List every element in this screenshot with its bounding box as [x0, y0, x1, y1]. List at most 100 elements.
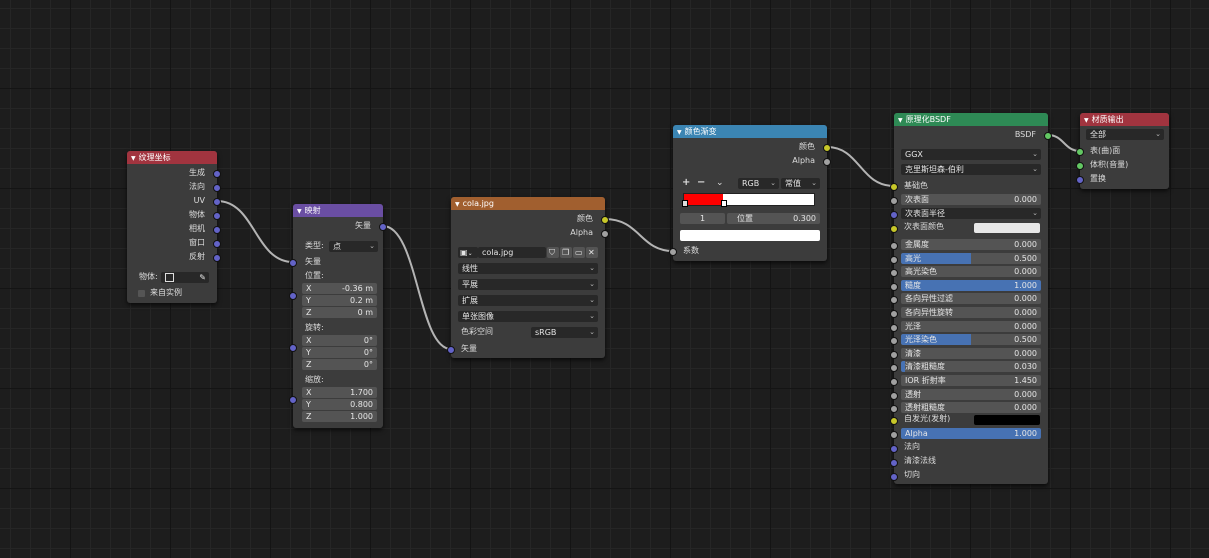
socket-normal[interactable] [890, 445, 898, 453]
socket-param[interactable] [890, 242, 898, 250]
socket-tangent[interactable] [890, 473, 898, 481]
socket-scale[interactable] [289, 396, 297, 404]
socket-emission[interactable] [890, 417, 898, 425]
socket-param[interactable] [890, 256, 898, 264]
location-z-field[interactable]: Z0 m [302, 307, 377, 318]
color-mode-dropdown[interactable]: RGB ⌄ [738, 178, 779, 189]
socket-window[interactable] [213, 240, 221, 248]
socket-location[interactable] [289, 292, 297, 300]
param-field[interactable]: 光泽 0.000 [901, 321, 1041, 332]
rotation-y-field[interactable]: Y 0° [302, 347, 377, 358]
subsurface-color-swatch[interactable] [974, 223, 1040, 233]
socket-output-bsdf[interactable] [1044, 132, 1052, 140]
add-stop-button[interactable]: + [682, 177, 690, 189]
node-header[interactable]: ▼ 映射 [293, 204, 383, 217]
stop-marker-active[interactable] [721, 200, 727, 207]
socket-subsurface-radius[interactable] [890, 211, 898, 219]
collapse-triangle-icon[interactable]: ▼ [455, 198, 460, 210]
socket-alpha[interactable] [890, 431, 898, 439]
param-field[interactable]: 高光染色 0.000 [901, 266, 1041, 277]
param-field[interactable]: 金属度 0.000 [901, 239, 1041, 250]
param-field[interactable]: 透射 0.000 [901, 389, 1041, 400]
ramp-interpolation-dropdown[interactable]: 常值 ⌄ [781, 178, 820, 189]
socket-output-color[interactable] [601, 216, 609, 224]
socket-param[interactable] [890, 364, 898, 372]
image-browse-button[interactable]: ▣⌄ [458, 247, 478, 258]
param-field[interactable]: 清漆粗糙度 0.030 [901, 361, 1041, 372]
socket-displacement[interactable] [1076, 176, 1084, 184]
param-field[interactable]: 透射粗糙度 0.000 [901, 402, 1041, 413]
socket-input-vector[interactable] [289, 259, 297, 267]
socket-rotation[interactable] [289, 344, 297, 352]
extension-dropdown[interactable]: 扩展 ⌄ [458, 295, 598, 306]
socket-param[interactable] [890, 337, 898, 345]
rotation-z-field[interactable]: Z 0° [302, 359, 377, 370]
socket-output-alpha[interactable] [601, 230, 609, 238]
alpha-field[interactable]: Alpha 1.000 [901, 428, 1041, 439]
collapse-triangle-icon[interactable]: ▼ [677, 126, 682, 138]
param-field[interactable]: 清漆 0.000 [901, 348, 1041, 359]
node-header[interactable]: ▼ 颜色渐变 [673, 125, 827, 138]
node-header[interactable]: ▼ 纹理坐标 [127, 151, 217, 164]
ramp-menu-chevron-icon[interactable]: ⌄ [716, 177, 724, 189]
subsurface-field[interactable]: 次表面 0.000 [901, 194, 1041, 205]
socket-input-fac[interactable] [669, 248, 677, 256]
close-icon[interactable]: ✕ [586, 247, 598, 258]
socket-param[interactable] [890, 351, 898, 359]
socket-param[interactable] [890, 324, 898, 332]
param-field[interactable]: IOR 折射率 1.450 [901, 375, 1041, 386]
collapse-triangle-icon[interactable]: ▼ [131, 152, 136, 164]
eyedropper-icon[interactable]: ✎ [199, 272, 206, 283]
projection-dropdown[interactable]: 平展 ⌄ [458, 279, 598, 290]
socket-param[interactable] [890, 269, 898, 277]
open-folder-icon[interactable]: ▭ [573, 247, 585, 258]
socket-subsurface-color[interactable] [890, 225, 898, 233]
source-dropdown[interactable]: 单张图像 ⌄ [458, 311, 598, 322]
param-field[interactable]: 光泽染色 0.500 [901, 334, 1041, 345]
stop-color-swatch[interactable] [680, 230, 820, 241]
stop-marker-left[interactable] [682, 200, 688, 207]
socket-param[interactable] [890, 296, 898, 304]
socket-clearcoat-normal[interactable] [890, 459, 898, 467]
fake-user-shield-icon[interactable]: ⛉ [547, 247, 559, 258]
socket-volume[interactable] [1076, 162, 1084, 170]
socket-output-alpha[interactable] [823, 158, 831, 166]
node-material-output[interactable]: ▼ 材质输出 全部 ⌄ 表(曲)面 体积(音量) 置换 [1076, 113, 1169, 189]
image-name-field[interactable]: cola.jpg [478, 247, 546, 258]
node-header[interactable]: ▼ 原理化BSDF [894, 113, 1048, 126]
socket-object[interactable] [213, 212, 221, 220]
active-stop-index-field[interactable]: 1 [680, 213, 725, 224]
socket-param[interactable] [890, 283, 898, 291]
remove-stop-button[interactable]: − [697, 177, 705, 189]
scale-y-field[interactable]: Y 0.800 [302, 399, 377, 410]
node-mapping[interactable]: ▼ 映射 矢量 类型: 点 ⌄ 矢量 位置: X -0.36 m Y 0.2 m Z0 … [289, 204, 387, 428]
param-field[interactable]: 各向异性旋转 0.000 [901, 307, 1041, 318]
socket-param[interactable] [890, 392, 898, 400]
socket-camera[interactable] [213, 226, 221, 234]
socket-normal[interactable] [213, 184, 221, 192]
subsurface-method-dropdown[interactable]: 克里斯坦森-伯利 ⌄ [901, 164, 1041, 175]
emission-color-swatch[interactable] [974, 415, 1040, 425]
socket-subsurface[interactable] [890, 197, 898, 205]
type-dropdown[interactable]: 点 ⌄ [329, 241, 378, 252]
node-header[interactable]: ▼ cola.jpg [451, 197, 605, 210]
node-image-texture[interactable]: ▼ cola.jpg 颜色 Alpha ▣⌄ cola.jpg ⛉ ❐ ▭ ✕ 线… [447, 197, 609, 358]
param-field[interactable]: 高光 0.500 [901, 253, 1041, 264]
socket-output-color[interactable] [823, 144, 831, 152]
from-instancer-checkbox[interactable] [138, 290, 145, 297]
location-x-field[interactable]: X -0.36 m [302, 283, 377, 294]
object-picker[interactable]: ✎ [161, 272, 209, 283]
duplicate-icon[interactable]: ❐ [560, 247, 572, 258]
rotation-x-field[interactable]: X 0° [302, 335, 377, 346]
socket-base-color[interactable] [890, 183, 898, 191]
collapse-triangle-icon[interactable]: ▼ [1084, 114, 1089, 126]
interpolation-dropdown[interactable]: 线性 ⌄ [458, 263, 598, 274]
collapse-triangle-icon[interactable]: ▼ [297, 205, 302, 217]
socket-param[interactable] [890, 405, 898, 413]
node-color-ramp[interactable]: ▼ 颜色渐变 颜色 Alpha + − ⌄ RGB ⌄ 常值 ⌄ 1 位置 0.300 … [669, 125, 831, 261]
stop-position-field[interactable]: 位置 0.300 [727, 213, 820, 224]
subsurface-radius-dropdown[interactable]: 次表面半径 ⌄ [901, 208, 1041, 219]
socket-param[interactable] [890, 378, 898, 386]
location-y-field[interactable]: Y 0.2 m [302, 295, 377, 306]
socket-output-vector[interactable] [379, 223, 387, 231]
